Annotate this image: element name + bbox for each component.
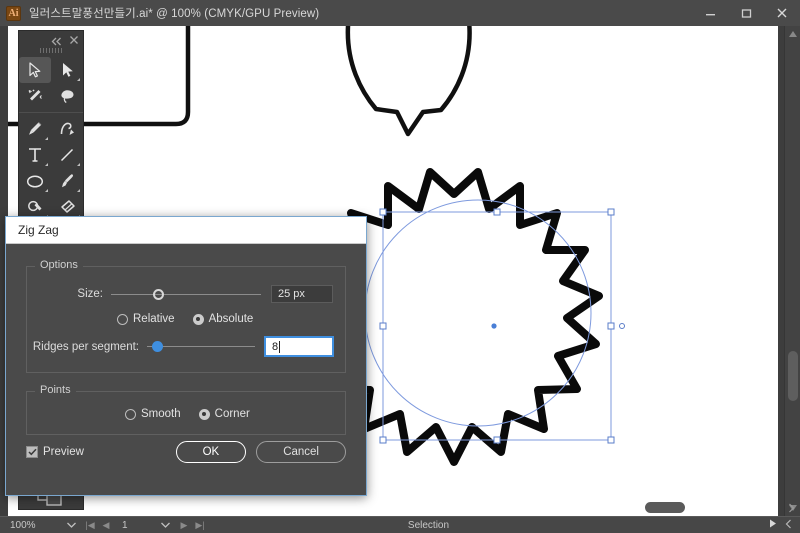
first-page-icon[interactable]: |◀ (82, 520, 98, 531)
smooth-label: Smooth (141, 408, 181, 420)
flyout-indicator-icon (77, 189, 80, 192)
corner-radio[interactable]: Corner (198, 408, 250, 420)
ridges-input-value: 8 (272, 340, 279, 353)
corner-label: Corner (214, 408, 250, 420)
scroll-right-icon[interactable] (784, 499, 798, 516)
size-label: Size: (77, 288, 103, 300)
ellipse-tool[interactable] (19, 168, 51, 194)
zigzag-dialog[interactable]: Zig Zag Options Size: 25 px Relative Abs… (5, 216, 367, 496)
magic-wand-tool[interactable] (19, 83, 51, 109)
pen-tool[interactable] (19, 116, 51, 142)
vertical-scroll-thumb[interactable] (788, 351, 798, 401)
dialog-body: Options Size: 25 px Relative Absolute Ri… (6, 244, 366, 495)
status-play-icon[interactable] (769, 519, 777, 531)
text-caret (279, 340, 281, 353)
preview-label: Preview (43, 446, 84, 458)
tool-divider (19, 112, 83, 113)
flyout-indicator-icon (77, 163, 80, 166)
smooth-radio[interactable]: Smooth (125, 408, 181, 420)
ridges-input[interactable]: 8 (264, 336, 334, 357)
type-tool[interactable] (19, 142, 51, 168)
double-chevron-left-icon[interactable] (51, 33, 62, 51)
status-bar: 100% |◀ ◀ 1 ▶ ▶| Selection (0, 516, 800, 533)
tools-panel-header[interactable] (19, 31, 83, 46)
ridges-slider-knob[interactable] (152, 341, 164, 352)
prev-page-icon[interactable]: ◀ (98, 520, 114, 531)
radio-dot-icon (125, 408, 136, 420)
size-slider-knob[interactable] (153, 288, 164, 300)
flyout-indicator-icon (45, 137, 48, 140)
vertical-scrollbar[interactable] (784, 26, 800, 516)
points-group: Points Smooth Corner (26, 384, 346, 435)
zoom-dropdown-icon[interactable] (60, 522, 82, 528)
paintbrush-tool[interactable] (51, 168, 83, 194)
horizontal-scrollbar[interactable] (380, 499, 784, 516)
title-bar: Ai 일러스트말풍선만들기.ai* @ 100% (CMYK/GPU Previ… (0, 0, 800, 26)
page-dropdown-icon[interactable] (154, 522, 176, 528)
maximize-icon[interactable] (728, 0, 764, 26)
size-slider[interactable] (111, 287, 261, 301)
direct-selection-tool[interactable] (51, 57, 83, 83)
radio-dot-selected-icon (192, 313, 204, 325)
round-speech-bubble (345, 26, 472, 137)
absolute-radio[interactable]: Absolute (192, 313, 254, 325)
minimize-icon[interactable] (692, 0, 728, 26)
radio-dot-selected-icon (198, 408, 210, 420)
cancel-button[interactable]: Cancel (256, 441, 346, 463)
radio-dot-icon (117, 313, 128, 325)
points-radios[interactable]: Smooth Corner (39, 408, 333, 420)
window-controls (692, 0, 800, 26)
size-slider-track[interactable] (111, 293, 261, 295)
size-mode-radios[interactable]: Relative Absolute (39, 313, 333, 325)
scroll-up-icon[interactable] (785, 26, 800, 42)
ridges-row[interactable]: Ridges per segment: 8 (27, 336, 334, 357)
status-right-controls (769, 519, 800, 532)
points-group-label: Points (35, 384, 76, 396)
status-chevron-left-icon[interactable] (785, 519, 792, 532)
dialog-footer: Preview OK Cancel (26, 441, 346, 463)
illustrator-window: Ai 일러스트말풍선만들기.ai* @ 100% (CMYK/GPU Previ… (0, 0, 800, 533)
curvature-tool[interactable] (51, 116, 83, 142)
ok-button[interactable]: OK (175, 441, 247, 463)
ai-logo-icon: Ai (6, 5, 21, 21)
options-group: Options Size: 25 px Relative Absolute Ri… (26, 259, 346, 373)
window-title: 일러스트말풍선만들기.ai* @ 100% (CMYK/GPU Preview) (29, 8, 320, 20)
flyout-indicator-icon (45, 189, 48, 192)
relative-radio[interactable]: Relative (117, 313, 175, 325)
lasso-tool[interactable] (51, 83, 83, 109)
page-number[interactable]: 1 (114, 520, 154, 531)
ridges-label: Ridges per segment: (32, 340, 139, 353)
dialog-title: Zig Zag (6, 217, 366, 244)
size-input[interactable]: 25 px (271, 285, 333, 303)
last-page-icon[interactable]: ▶| (192, 520, 208, 531)
absolute-label: Absolute (208, 313, 254, 325)
line-segment-tool[interactable] (51, 142, 83, 168)
flyout-indicator-icon (45, 163, 48, 166)
next-page-icon[interactable]: ▶ (176, 520, 192, 531)
preview-checkbox[interactable]: Preview (26, 446, 84, 458)
flyout-indicator-icon (77, 78, 80, 81)
options-group-label: Options (35, 259, 83, 271)
checkbox-checked-icon (26, 446, 38, 458)
ridges-slider[interactable] (147, 340, 255, 354)
size-row[interactable]: Size: 25 px (39, 285, 333, 303)
selection-tool[interactable] (19, 57, 51, 83)
close-icon[interactable] (69, 32, 79, 50)
ridges-slider-track[interactable] (147, 346, 255, 347)
current-tool-status[interactable]: Selection (208, 520, 769, 531)
horizontal-scroll-thumb[interactable] (645, 502, 685, 513)
relative-label: Relative (133, 313, 175, 325)
zoom-level[interactable]: 100% (0, 520, 60, 531)
close-icon[interactable] (764, 0, 800, 26)
